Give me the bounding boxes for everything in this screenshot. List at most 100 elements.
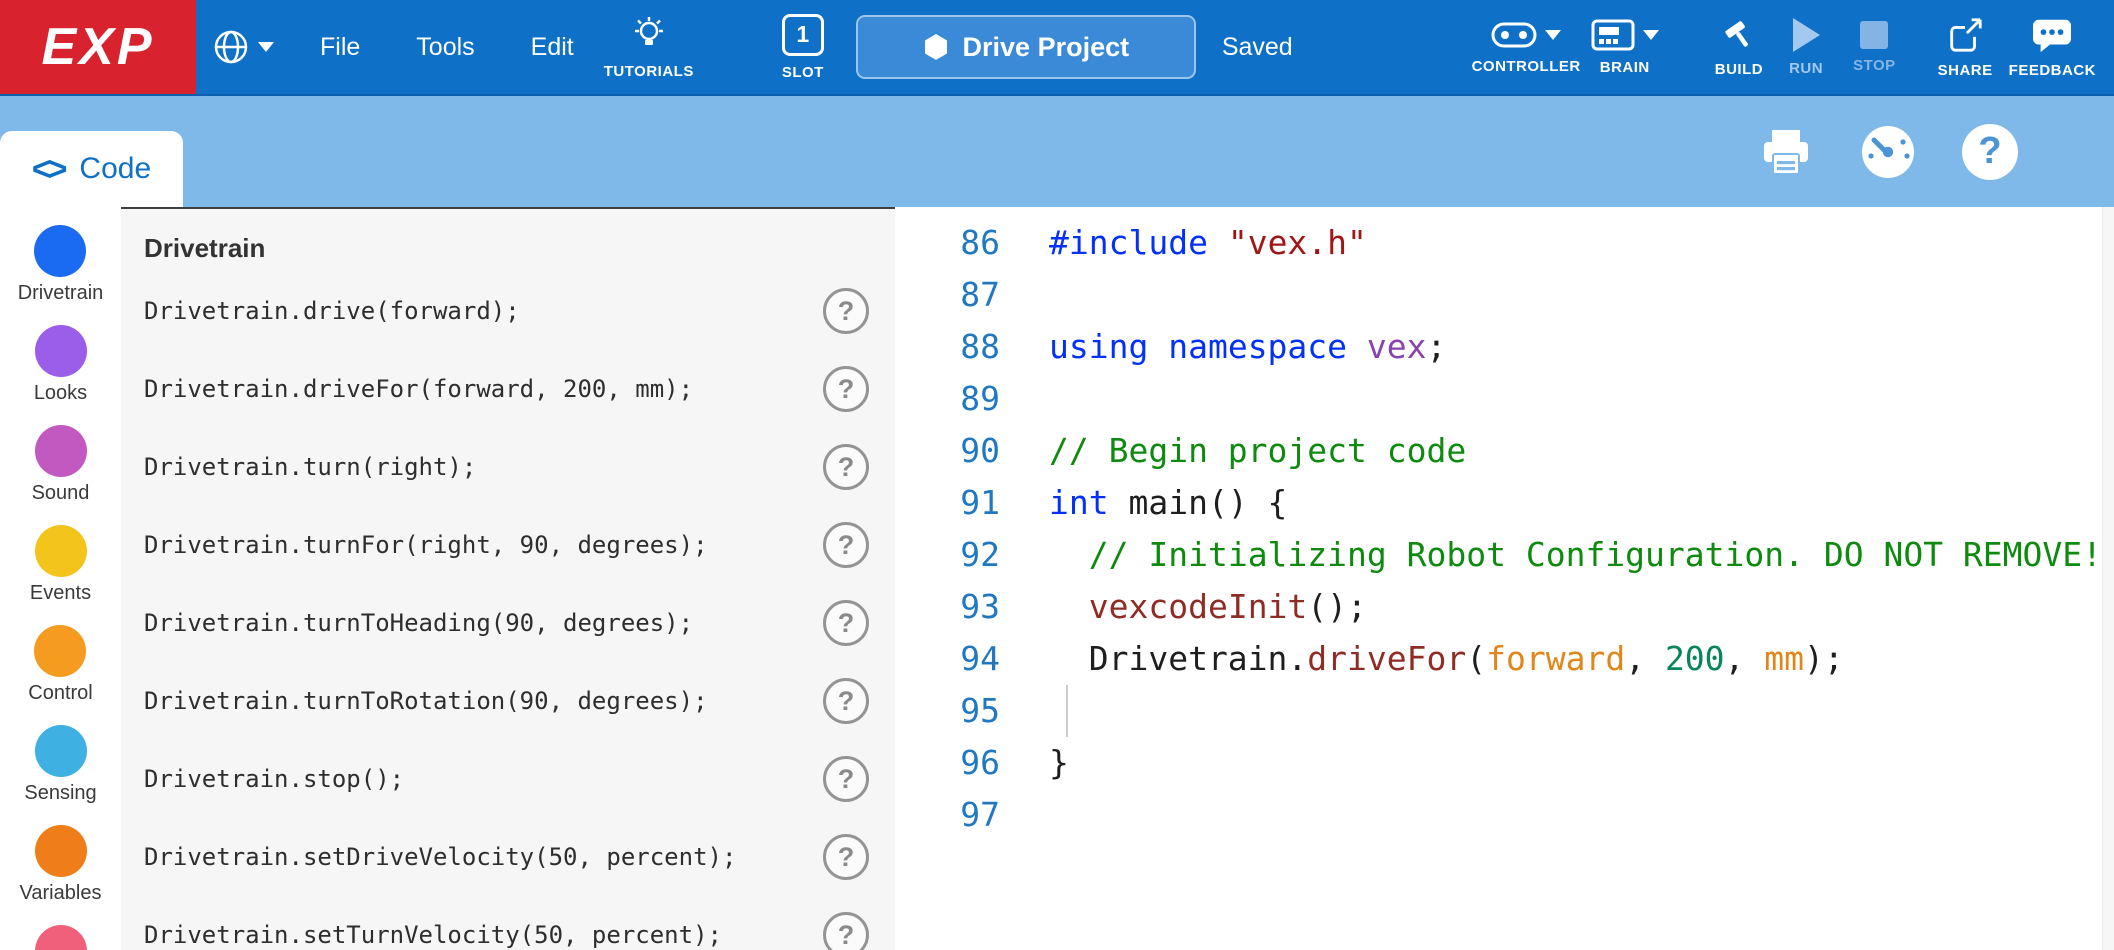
stop-button[interactable]: STOP (1853, 0, 1896, 95)
command-text: Drivetrain.turnToRotation(90, degrees); (144, 687, 708, 715)
stop-icon (1860, 21, 1888, 49)
run-button[interactable]: RUN (1789, 0, 1823, 95)
category-label: Control (28, 682, 92, 705)
command-help-button[interactable]: ? (823, 522, 869, 568)
line-number: 92 (895, 529, 1000, 581)
command-row[interactable]: Drivetrain.turnToRotation(90, degrees);? (144, 662, 895, 740)
code-line: 87 (895, 269, 2114, 321)
code-content[interactable]: using namespace vex; (1000, 321, 1446, 373)
command-row[interactable]: Drivetrain.turn(right);? (144, 428, 895, 506)
main-content: Drivetrain Looks Sound Events Control Sensing… (0, 207, 2114, 950)
code-content[interactable] (1000, 789, 1049, 841)
project-name: Drive Project (963, 32, 1130, 63)
code-tab-label: Code (79, 152, 151, 186)
sidebar-item-events[interactable]: Events (30, 525, 91, 605)
command-row[interactable]: Drivetrain.stop();? (144, 740, 895, 818)
category-label: Sound (32, 482, 90, 505)
code-line: 93 vexcodeInit(); (895, 581, 2114, 633)
command-row[interactable]: Drivetrain.drive(forward);? (144, 272, 895, 350)
category-circle[interactable] (35, 325, 87, 377)
code-content[interactable]: #include "vex.h" (1000, 217, 1367, 269)
command-help-button[interactable]: ? (823, 756, 869, 802)
globe-icon (212, 28, 250, 66)
controller-button[interactable]: CONTROLLER (1472, 0, 1581, 95)
command-text: Drivetrain.turnFor(right, 90, degrees); (144, 531, 708, 559)
sidebar-item-variables[interactable]: Variables (20, 825, 102, 905)
command-help-button[interactable]: ? (823, 366, 869, 412)
category-label: Drivetrain (18, 282, 104, 305)
indent-guide (1066, 685, 1068, 737)
print-console-button[interactable] (1753, 119, 1819, 185)
menu-tools[interactable]: Tools (416, 33, 474, 62)
play-icon (1793, 18, 1820, 52)
command-help-button[interactable]: ? (823, 912, 869, 950)
sidebar-item-partial-7[interactable] (35, 925, 87, 950)
feedback-label: FEEDBACK (2009, 62, 2096, 79)
line-number: 87 (895, 269, 1000, 321)
category-circle[interactable] (35, 525, 87, 577)
command-text: Drivetrain.turn(right); (144, 453, 476, 481)
command-help-button[interactable]: ? (823, 444, 869, 490)
project-name-button[interactable]: Drive Project (856, 15, 1196, 79)
tutorials-button[interactable]: TUTORIALS (604, 0, 694, 95)
sidebar-item-looks[interactable]: Looks (34, 325, 87, 405)
brain-button[interactable]: BRAIN (1591, 0, 1659, 95)
sidebar-item-sensing[interactable]: Sensing (24, 725, 96, 805)
command-row[interactable]: Drivetrain.driveFor(forward, 200, mm);? (144, 350, 895, 428)
build-hammer-icon (1719, 17, 1759, 53)
category-circle[interactable] (35, 925, 87, 950)
command-help-button[interactable]: ? (823, 600, 869, 646)
menu-edit[interactable]: Edit (531, 33, 574, 62)
category-circle[interactable] (35, 425, 87, 477)
code-editor[interactable]: 86#include "vex.h"8788using namespace ve… (895, 207, 2114, 950)
code-content[interactable] (1000, 373, 1049, 425)
category-circle[interactable] (35, 725, 87, 777)
command-text: Drivetrain.setDriveVelocity(50, percent)… (144, 843, 736, 871)
share-button[interactable]: SHARE (1938, 0, 1993, 95)
dashboard-button[interactable] (1855, 119, 1921, 185)
code-content[interactable] (1000, 269, 1049, 321)
top-menu-bar: EXP File Tools Edit TUTORIALS 1 SLOT (0, 0, 2114, 96)
chevron-down-icon (258, 42, 274, 52)
code-content[interactable]: // Begin project code (1000, 425, 1466, 477)
code-content[interactable]: vexcodeInit(); (1000, 581, 1367, 633)
exp-logo: EXP (0, 0, 196, 94)
code-content[interactable] (1000, 685, 1049, 737)
sidebar-item-sound[interactable]: Sound (32, 425, 90, 505)
feedback-button[interactable]: FEEDBACK (2009, 0, 2096, 95)
category-circle[interactable] (34, 225, 86, 277)
line-number: 95 (895, 685, 1000, 737)
command-row[interactable]: Drivetrain.setTurnVelocity(50, percent);… (144, 896, 895, 950)
code-content[interactable]: Drivetrain.driveFor(forward, 200, mm); (1000, 633, 1844, 685)
run-label: RUN (1789, 60, 1823, 77)
code-content[interactable]: } (1000, 737, 1069, 789)
help-button[interactable]: ? (1957, 119, 2023, 185)
build-button[interactable]: BUILD (1715, 0, 1763, 95)
feedback-bubble-icon (2030, 16, 2074, 54)
share-icon (1945, 16, 1985, 54)
controller-icon (1491, 20, 1537, 50)
exp-logo-text: EXP (41, 17, 154, 77)
slot-button[interactable]: 1 SLOT (782, 0, 824, 95)
category-label: Events (30, 582, 91, 605)
line-number: 89 (895, 373, 1000, 425)
category-circle[interactable] (34, 625, 86, 677)
command-help-button[interactable]: ? (823, 678, 869, 724)
question-mark-icon: ? (1978, 130, 2001, 173)
code-content[interactable]: // Initializing Robot Configuration. DO … (1000, 529, 2102, 581)
language-button[interactable] (212, 28, 274, 66)
command-row[interactable]: Drivetrain.setDriveVelocity(50, percent)… (144, 818, 895, 896)
command-help-button[interactable]: ? (823, 288, 869, 334)
category-circle[interactable] (35, 825, 87, 877)
line-number: 93 (895, 581, 1000, 633)
menu-file[interactable]: File (320, 33, 360, 62)
command-help-button[interactable]: ? (823, 834, 869, 880)
sidebar-item-control[interactable]: Control (28, 625, 92, 705)
sidebar-item-drivetrain[interactable]: Drivetrain (18, 225, 104, 305)
code-content[interactable]: int main() { (1000, 477, 1287, 529)
command-row[interactable]: Drivetrain.turnToHeading(90, degrees);? (144, 584, 895, 662)
command-row[interactable]: Drivetrain.turnFor(right, 90, degrees);? (144, 506, 895, 584)
tab-code[interactable]: <> Code (0, 131, 183, 207)
line-number: 97 (895, 789, 1000, 841)
editor-scrollbar[interactable] (2102, 207, 2114, 950)
